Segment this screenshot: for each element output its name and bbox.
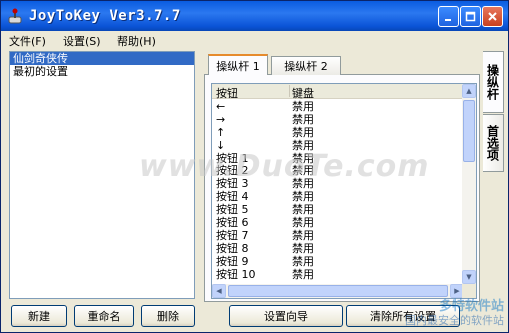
minimize-button[interactable] [438,6,459,27]
joystick-app-icon [8,8,22,24]
table-row[interactable]: 按钮 10 禁用 [212,268,464,281]
table-row[interactable]: 按钮 8 禁用 [212,242,464,255]
menu-settings[interactable]: 设置(S) [63,33,101,49]
scroll-left-icon[interactable]: ◀ [212,284,226,298]
vertical-scrollbar[interactable]: ▲ ▼ [462,84,476,284]
table-row[interactable]: 按钮 5 禁用 [212,203,464,216]
profile-item[interactable]: 最初的设置 [10,65,194,78]
rename-profile-button[interactable]: 重命名 [74,305,134,327]
cell-button: 按钮 2 [216,164,249,178]
table-row[interactable]: 按钮 2 禁用 [212,164,464,177]
cell-key: 禁用 [292,125,314,139]
profile-list[interactable]: 仙剑奇侠传 最初的设置 [9,51,195,299]
profile-item[interactable]: 仙剑奇侠传 [10,52,194,65]
cell-key: 禁用 [292,267,314,281]
cell-button: 按钮 9 [216,254,249,268]
column-divider[interactable] [289,85,290,97]
cell-key: 禁用 [292,190,314,204]
tab-preferences[interactable]: 首选项 [483,114,504,172]
cell-key: 禁用 [292,164,314,178]
cell-button: → [216,112,226,126]
cell-key: 禁用 [292,151,314,165]
horizontal-scroll-thumb[interactable] [228,285,448,297]
cell-key: 禁用 [292,112,314,126]
column-header-button[interactable]: 按钮 [216,85,238,101]
close-icon [488,12,497,21]
cell-button: 按钮 7 [216,228,249,242]
table-row[interactable]: 按钮 6 禁用 [212,216,464,229]
cell-button: 按钮 4 [216,190,249,204]
setup-wizard-button[interactable]: 设置向导 [229,305,343,327]
table-row[interactable]: 按钮 9 禁用 [212,255,464,268]
cell-button: 按钮 6 [216,216,249,230]
column-header-keyboard[interactable]: 键盘 [292,85,314,101]
cell-key: 禁用 [292,138,314,152]
delete-profile-button[interactable]: 删除 [141,305,195,327]
table-row[interactable]: 按钮 7 禁用 [212,229,464,242]
clear-all-settings-button[interactable]: 清除所有设置 [346,305,460,327]
cell-key: 禁用 [292,203,314,217]
cell-key: 禁用 [292,216,314,230]
app-window: JoyToKey Ver3.7.7 文件(F) 设置(S) 帮助(H) 仙剑奇侠… [0,0,509,333]
scroll-down-icon[interactable]: ▼ [462,270,476,284]
table-row[interactable]: 按钮 1 禁用 [212,152,464,165]
scroll-up-icon[interactable]: ▲ [462,84,476,98]
menu-file[interactable]: 文件(F) [9,33,46,49]
table-header: 按钮 键盘 [212,84,464,101]
cell-key: 禁用 [292,100,314,113]
maximize-button[interactable] [460,6,481,27]
cell-button: 按钮 3 [216,177,249,191]
cell-key: 禁用 [292,177,314,191]
cell-button: ↓ [216,138,226,152]
new-profile-button[interactable]: 新建 [11,305,67,327]
minimize-icon [445,19,451,21]
table-body: ← 禁用 → 禁用 ↑ 禁用 ↓ 禁用 按钮 1 禁用 按钮 2 禁用 按钮 3 禁用 按钮 … [212,100,464,281]
button-mapping-table[interactable]: 按钮 键盘 ← 禁用 → 禁用 ↑ 禁用 ↓ 禁用 按钮 1 禁用 按钮 2 禁用 按钮 3… [211,83,477,299]
maximize-icon [465,11,476,22]
title-bar[interactable]: JoyToKey Ver3.7.7 [1,1,508,31]
cell-button: ↑ [216,125,226,139]
cell-button: 按钮 10 [216,267,256,281]
cell-button: 按钮 5 [216,203,249,217]
close-button[interactable] [482,6,503,27]
horizontal-scrollbar[interactable]: ◀ ▶ [212,284,464,298]
table-row[interactable]: ↓ 禁用 [212,139,464,152]
table-row[interactable]: 按钮 4 禁用 [212,190,464,203]
table-row[interactable]: ← 禁用 [212,100,464,113]
menu-help[interactable]: 帮助(H) [117,33,156,49]
table-row[interactable]: → 禁用 [212,113,464,126]
cell-button: ← [216,100,226,113]
tab-joystick-side[interactable]: 操纵杆 [483,51,504,113]
menu-bar: 文件(F) 设置(S) 帮助(H) [1,31,508,49]
table-row[interactable]: ↑ 禁用 [212,126,464,139]
cell-button: 按钮 1 [216,151,249,165]
cell-button: 按钮 8 [216,241,249,255]
vertical-scroll-thumb[interactable] [463,100,475,162]
tab-joystick-2[interactable]: 操纵杆 2 [271,56,341,75]
table-row[interactable]: 按钮 3 禁用 [212,177,464,190]
scroll-corner [462,284,476,298]
cell-key: 禁用 [292,254,314,268]
cell-key: 禁用 [292,241,314,255]
window-title: JoyToKey Ver3.7.7 [29,8,181,24]
tab-joystick-1[interactable]: 操纵杆 1 [208,54,268,75]
cell-key: 禁用 [292,228,314,242]
